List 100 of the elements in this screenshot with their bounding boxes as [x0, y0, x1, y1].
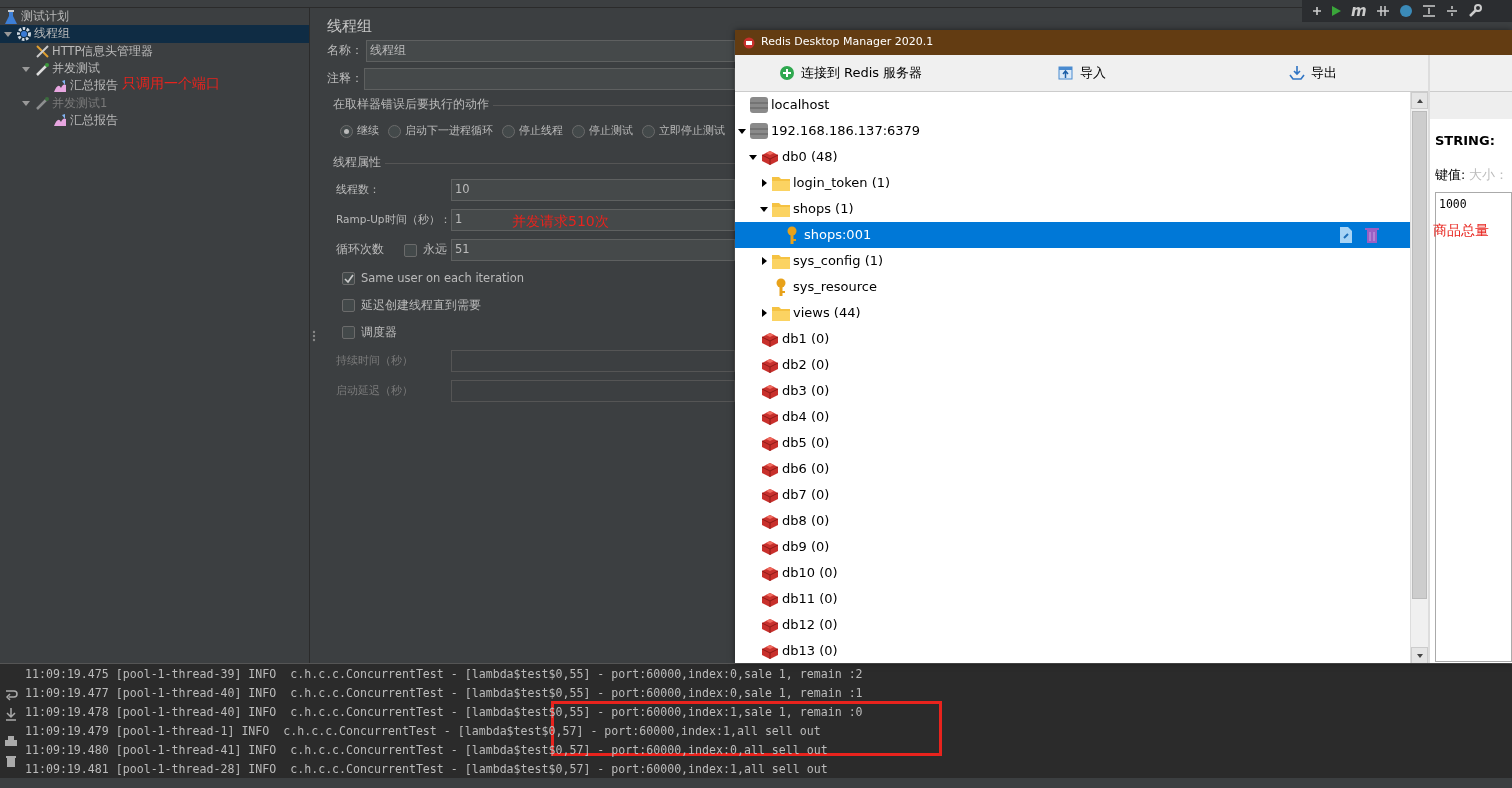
tree-item[interactable]: db5 (0) — [735, 430, 1410, 456]
folder-icon — [771, 252, 791, 270]
comment-field[interactable] — [364, 68, 735, 90]
tree-item[interactable]: db10 (0) — [735, 560, 1410, 586]
tree-item[interactable]: db0 (48) — [735, 144, 1410, 170]
radio-label[interactable]: 启动下一进程循环 — [405, 122, 493, 140]
tree-item[interactable]: views (44) — [735, 300, 1410, 326]
tree-item-label: shops:001 — [804, 226, 872, 245]
field-label: 名称： — [327, 42, 364, 60]
tree-item-label: db11 (0) — [782, 590, 838, 609]
tree-item[interactable]: db9 (0) — [735, 534, 1410, 560]
folder-icon — [771, 174, 791, 192]
trash-icon[interactable] — [4, 754, 18, 768]
tree-item-label: db5 (0) — [782, 434, 830, 453]
checkbox[interactable] — [342, 272, 355, 285]
scroll-up-button[interactable] — [1411, 92, 1428, 109]
import-icon — [1057, 65, 1074, 81]
scrollbar-thumb[interactable] — [1412, 111, 1427, 599]
checkbox[interactable] — [404, 243, 417, 257]
distribute-icon[interactable] — [1444, 4, 1459, 18]
database-icon — [760, 460, 780, 478]
tree-item-label: db8 (0) — [782, 512, 830, 531]
radio-button[interactable] — [388, 124, 401, 138]
checkbox[interactable] — [342, 326, 355, 339]
tree-item[interactable]: localhost — [735, 92, 1410, 118]
tree-item-label: db12 (0) — [782, 616, 838, 635]
checkbox[interactable] — [342, 299, 355, 312]
copy-icon[interactable] — [1338, 226, 1354, 244]
tree-item-label: db3 (0) — [782, 382, 830, 401]
tree-item[interactable]: db8 (0) — [735, 508, 1410, 534]
tree-item[interactable]: 线程组 — [34, 25, 70, 43]
tree-row-highlight[interactable]: 线程组 — [0, 25, 309, 43]
checkbox-label[interactable]: 延迟创建线程直到需要 — [361, 296, 481, 315]
tree-item-label: db7 (0) — [782, 486, 830, 505]
caret-icon[interactable] — [759, 308, 769, 318]
tree-item[interactable]: db2 (0) — [735, 352, 1410, 378]
database-icon — [760, 408, 780, 426]
toolbar-button[interactable]: 导出 — [1197, 55, 1428, 91]
input-field[interactable] — [451, 350, 735, 372]
split-icon[interactable] — [1375, 4, 1390, 18]
plus-icon[interactable] — [1312, 6, 1322, 16]
app-logo-icon — [743, 36, 755, 49]
tree-item[interactable]: login_token (1) — [735, 170, 1410, 196]
tree-item[interactable]: sys_resource — [735, 274, 1410, 300]
align-icon[interactable] — [1421, 4, 1436, 18]
download-icon[interactable] — [4, 707, 18, 721]
tree-item-label: db2 (0) — [782, 356, 830, 375]
tree-item[interactable]: db6 (0) — [735, 456, 1410, 482]
wrap-icon[interactable] — [4, 688, 18, 702]
input-field[interactable]: 10 — [451, 179, 735, 201]
input-field[interactable] — [451, 380, 735, 402]
input-field[interactable]: 1 并发请求510次 — [451, 209, 735, 231]
tree-item[interactable]: sys_config (1) — [735, 248, 1410, 274]
toolbar-button[interactable]: 连接到 Redis 服务器 — [735, 55, 966, 91]
tree-item[interactable]: 汇总报告 — [70, 77, 118, 95]
splitter-handle-icon[interactable] — [312, 329, 316, 342]
field-label: 键值: — [1435, 166, 1466, 184]
tree-item-label: db13 (0) — [782, 642, 838, 661]
caret-icon[interactable] — [759, 178, 769, 188]
tree-item[interactable]: HTTP信息头管理器 — [52, 42, 154, 60]
tree-item[interactable]: db1 (0) — [735, 326, 1410, 352]
tree-item[interactable]: shops:001 — [735, 222, 1410, 248]
gear-icon — [17, 26, 31, 41]
tree-item[interactable]: shops (1) — [735, 196, 1410, 222]
radio-label[interactable]: 停止线程 — [519, 122, 563, 140]
play-icon[interactable] — [1331, 5, 1342, 17]
caret-icon[interactable] — [759, 204, 769, 214]
radio-label[interactable]: 立即停止测试 — [659, 122, 725, 140]
caret-icon[interactable] — [748, 152, 758, 162]
radio-button[interactable] — [572, 124, 585, 138]
checkbox-label[interactable]: Same user on each iteration — [361, 269, 524, 288]
tree-item[interactable]: db11 (0) — [735, 586, 1410, 612]
database-icon — [760, 642, 780, 660]
radio-button[interactable] — [502, 124, 515, 138]
name-field[interactable]: 线程组 — [366, 40, 735, 62]
radio-button[interactable] — [340, 124, 353, 138]
tree-item[interactable]: 测试计划 — [21, 8, 69, 26]
tree-item-label: localhost — [771, 96, 830, 115]
circle-icon[interactable] — [1398, 4, 1413, 18]
checkbox-label[interactable]: 调度器 — [361, 323, 397, 342]
radio-button[interactable] — [642, 124, 655, 138]
input-field[interactable]: 51 — [451, 239, 735, 261]
caret-icon[interactable] — [737, 126, 747, 136]
radio-label[interactable]: 继续 — [357, 122, 379, 140]
scroll-down-button[interactable] — [1411, 647, 1428, 663]
tree-item[interactable]: db7 (0) — [735, 482, 1410, 508]
tree-item[interactable]: db3 (0) — [735, 378, 1410, 404]
caret-icon[interactable] — [759, 256, 769, 266]
toolbar-button[interactable]: m — [1351, 3, 1367, 19]
checkbox-label[interactable]: 永远 — [423, 241, 447, 259]
add-icon — [778, 65, 795, 81]
tree-item-label: db9 (0) — [782, 538, 830, 557]
field-label: 循环次数 — [336, 241, 385, 259]
tree-item[interactable]: 192.168.186.137:6379 — [735, 118, 1410, 144]
tree-item[interactable]: db12 (0) — [735, 612, 1410, 638]
radio-label[interactable]: 停止测试 — [589, 122, 633, 140]
toolbar-button[interactable]: 导入 — [966, 55, 1197, 91]
tree-item[interactable]: db4 (0) — [735, 404, 1410, 430]
tree-item[interactable]: 并发测试 — [52, 59, 100, 78]
tree-item[interactable]: db13 (0) — [735, 638, 1410, 663]
